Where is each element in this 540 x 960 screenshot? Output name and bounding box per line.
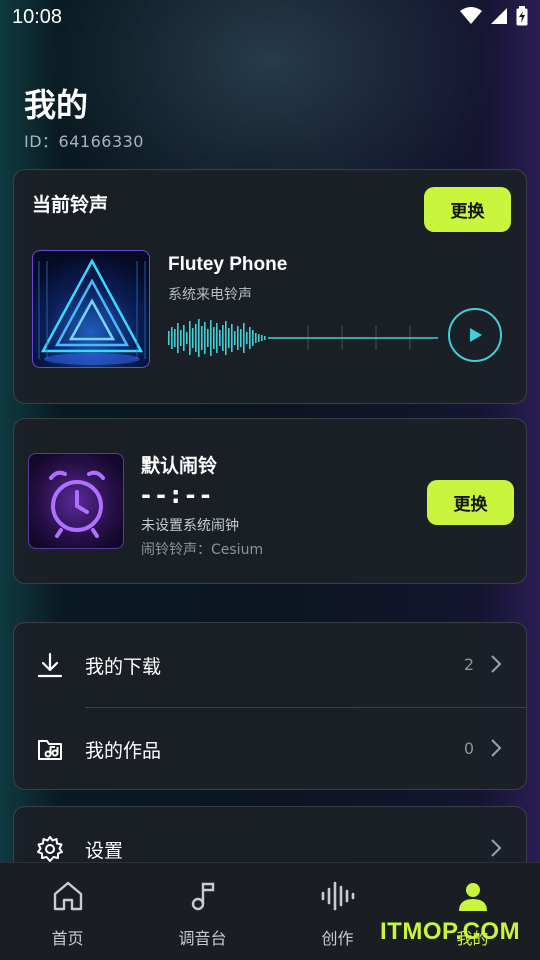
download-icon [37, 652, 63, 678]
menu-card: 我的下载 2 我的作品 0 [13, 622, 527, 790]
waveform-bar [186, 332, 188, 344]
waveform-bar [168, 331, 170, 345]
ringtone-cover-art [32, 250, 150, 368]
chevron-right-icon [491, 839, 502, 857]
user-id: ID：64166330 [24, 132, 144, 151]
alarm-status: 未设置系统闹钟 [141, 518, 239, 534]
music-note-icon [191, 882, 214, 911]
waveform-bar [219, 330, 221, 346]
music-folder-icon [38, 740, 62, 760]
waveform-bar [216, 323, 218, 353]
waveform-bar [234, 331, 236, 345]
change-alarm-button[interactable]: 更换 [427, 480, 514, 525]
waveform-bar [246, 332, 248, 344]
waveform-bar [174, 329, 176, 347]
waveform-bar [240, 329, 242, 347]
nav-item-mixer[interactable]: 调音台 [135, 863, 270, 960]
wifi-icon [460, 7, 482, 24]
default-alarm-card: 默认闹铃 --:-- 未设置系统闹钟 闹铃铃声：Cesium 更换 [13, 418, 527, 584]
waveform-bar [249, 327, 251, 349]
menu-item-downloads[interactable]: 我的下载 2 [14, 623, 526, 708]
waveform-bar [231, 324, 233, 352]
waveform-bar [201, 326, 203, 350]
alarm-tone: 闹铃铃声：Cesium [141, 542, 264, 558]
waveform-bar [207, 329, 209, 347]
status-icons [460, 6, 528, 26]
play-button[interactable] [448, 308, 502, 362]
home-icon [53, 881, 82, 911]
nav-item-home[interactable]: 首页 [0, 863, 135, 960]
watermark-text: ITMOP.COM [380, 918, 521, 945]
song-subtitle: 系统来电铃声 [168, 287, 252, 303]
nav-label-mixer: 调音台 [178, 929, 227, 948]
waveform-bar [171, 327, 173, 349]
status-time: 10:08 [12, 6, 63, 28]
waveform-bar [255, 333, 257, 343]
waveform-bar [237, 326, 239, 350]
waveform-bar [192, 328, 194, 348]
menu-label-works: 我的作品 [85, 740, 162, 762]
ringtone-section-label: 当前铃声 [32, 194, 109, 216]
waveform-bar [195, 324, 197, 352]
waveform-bar [177, 323, 179, 353]
waveform-bar [222, 325, 224, 351]
battery-icon [516, 6, 528, 26]
waveform-bar [228, 328, 230, 348]
current-ringtone-card: 当前铃声 更换 Flutey Phone 系统来电铃声 [13, 169, 527, 404]
person-icon [458, 883, 487, 911]
nav-label-home: 首页 [51, 929, 84, 948]
waveform-bar [261, 335, 263, 341]
change-ringtone-button[interactable]: 更换 [424, 187, 511, 232]
waveform-graphic [168, 319, 438, 357]
waveform-bar [180, 330, 182, 346]
play-icon [470, 328, 482, 342]
waveform-bar [213, 327, 215, 349]
alarm-cover-art [28, 453, 124, 549]
signal-icon [491, 8, 507, 24]
alarm-title: 默认闹铃 [141, 455, 218, 477]
chevron-right-icon [491, 739, 502, 757]
waveform-bar [204, 322, 206, 354]
waveform-icon [321, 881, 354, 911]
waveform-bar [243, 323, 245, 353]
waveform-bar [264, 336, 266, 340]
downloads-count: 2 [463, 655, 474, 674]
menu-item-works[interactable]: 我的作品 0 [14, 707, 526, 791]
waveform-bar [198, 319, 200, 357]
works-count: 0 [463, 739, 474, 758]
waveform-bar [258, 334, 260, 342]
song-title: Flutey Phone [168, 254, 288, 275]
menu-label-downloads: 我的下载 [85, 656, 162, 678]
waveform-bar [252, 330, 254, 346]
waveform-bar [183, 325, 185, 351]
alarm-time: --:-- [141, 481, 216, 509]
waveform-bar [225, 321, 227, 355]
gear-icon [37, 836, 63, 862]
chevron-right-icon [491, 655, 502, 673]
waveform-bar [189, 321, 191, 355]
page-title: 我的 [24, 86, 89, 124]
menu-label-settings: 设置 [85, 840, 124, 862]
waveform-bar [210, 320, 212, 356]
